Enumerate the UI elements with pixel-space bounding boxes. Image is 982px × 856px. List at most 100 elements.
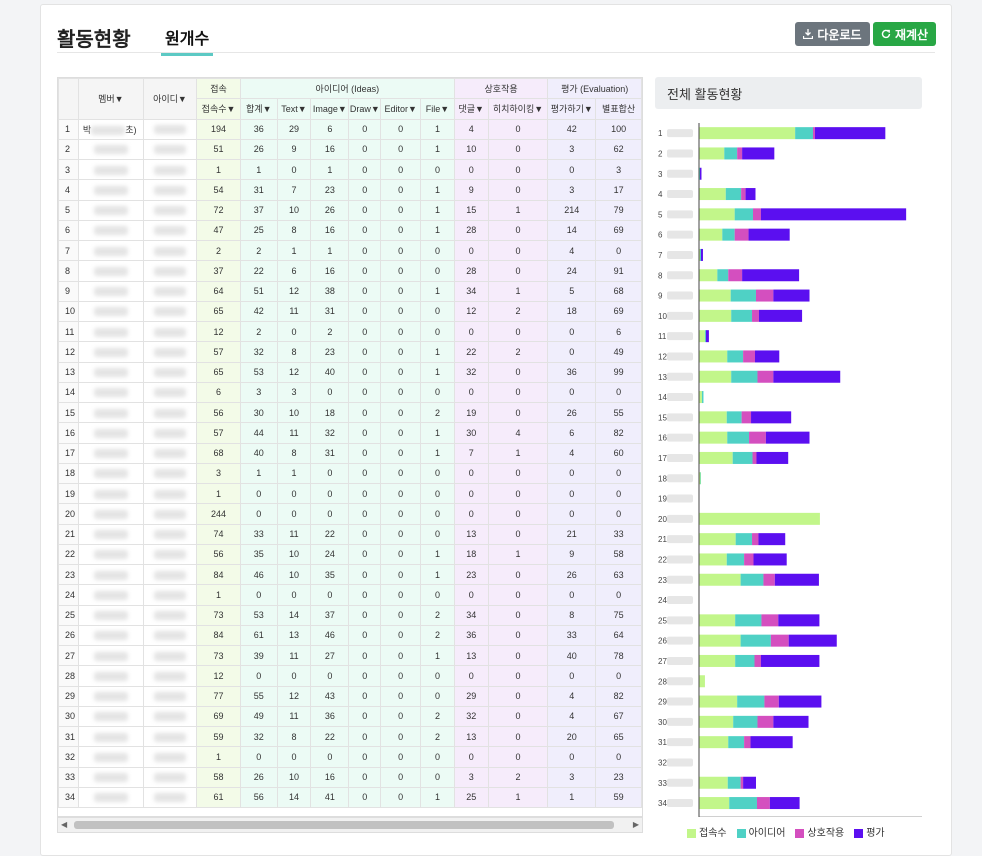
hitchhiking-header[interactable]: 히치하이킹▼ — [488, 99, 548, 119]
bar-segment[interactable] — [742, 269, 799, 281]
table-row[interactable]: 2977551243000290482 — [59, 686, 642, 706]
bar-segment[interactable] — [700, 168, 701, 180]
bar-segment[interactable] — [699, 533, 736, 545]
bar-segment[interactable] — [755, 350, 779, 362]
bar-segment[interactable] — [699, 675, 705, 687]
table-row[interactable]: 1831100000000 — [59, 463, 642, 483]
bar-segment[interactable] — [744, 553, 753, 565]
bar-segment[interactable] — [764, 696, 778, 708]
table-row[interactable]: 3210000000000 — [59, 747, 642, 767]
legend-item[interactable]: 접속수 — [687, 824, 727, 839]
bar-segment[interactable] — [706, 330, 709, 342]
bar-segment[interactable] — [766, 432, 810, 444]
bar-segment[interactable] — [735, 229, 749, 241]
ideas-editor-header[interactable]: Editor▼ — [381, 99, 421, 119]
table-row[interactable]: 11122020000006 — [59, 322, 642, 342]
bar-segment[interactable] — [779, 696, 822, 708]
bar-segment[interactable] — [731, 310, 752, 322]
ideas-file-header[interactable]: File▼ — [421, 99, 455, 119]
bar-segment[interactable] — [729, 797, 757, 809]
table-row[interactable]: 1910000000000 — [59, 484, 642, 504]
eval-star-header[interactable]: 별표합산 — [596, 99, 642, 119]
ideas-draw-header[interactable]: Draw▼ — [349, 99, 381, 119]
tab-raw-count[interactable]: 원개수 — [161, 25, 213, 56]
bar-segment[interactable] — [741, 574, 764, 586]
member-header[interactable]: 멤버▼ — [78, 79, 143, 120]
bar-segment[interactable] — [756, 290, 773, 302]
bar-segment[interactable] — [761, 655, 819, 667]
bar-segment[interactable] — [742, 147, 774, 159]
bar-segment[interactable] — [735, 208, 753, 220]
bar-segment[interactable] — [699, 229, 722, 241]
bar-segment[interactable] — [699, 432, 727, 444]
bar-segment[interactable] — [757, 797, 770, 809]
recalculate-button[interactable]: 재계산 — [873, 22, 936, 46]
bar-segment[interactable] — [737, 147, 742, 159]
bar-segment[interactable] — [773, 716, 808, 728]
bar-segment[interactable] — [699, 127, 795, 139]
bar-segment[interactable] — [699, 452, 733, 464]
access-count-header[interactable]: 접속수▼ — [197, 99, 241, 119]
bar-segment[interactable] — [699, 411, 727, 423]
bar-segment[interactable] — [701, 249, 703, 261]
bar-segment[interactable] — [717, 269, 728, 281]
bar-segment[interactable] — [705, 330, 706, 342]
bar-segment[interactable] — [699, 777, 728, 789]
bar-segment[interactable] — [746, 188, 756, 200]
bar-segment[interactable] — [727, 432, 749, 444]
table-row[interactable]: 26846113460023603364 — [59, 625, 642, 645]
bar-segment[interactable] — [700, 249, 701, 261]
bar-segment[interactable] — [722, 229, 734, 241]
bar-segment[interactable] — [752, 533, 758, 545]
bar-segment[interactable] — [735, 614, 761, 626]
bar-segment[interactable] — [699, 188, 726, 200]
bar-segment[interactable] — [743, 350, 755, 362]
bar-segment[interactable] — [699, 614, 735, 626]
bar-segment[interactable] — [741, 188, 745, 200]
table-row[interactable]: 25126916001100362 — [59, 139, 642, 159]
eval-do-header[interactable]: 평가하기▼ — [548, 99, 596, 119]
bar-segment[interactable] — [741, 777, 743, 789]
bar-segment[interactable] — [727, 411, 742, 423]
bar-segment[interactable] — [778, 614, 819, 626]
bar-segment[interactable] — [737, 696, 764, 708]
bar-segment[interactable] — [699, 655, 735, 667]
table-row[interactable]: 311010000003 — [59, 160, 642, 180]
bar-segment[interactable] — [699, 269, 717, 281]
bar-segment[interactable] — [699, 553, 727, 565]
table-row[interactable]: 2573531437002340875 — [59, 605, 642, 625]
bar-segment[interactable] — [728, 777, 741, 789]
table-row[interactable]: 1657441132001304682 — [59, 423, 642, 443]
bar-segment[interactable] — [699, 371, 731, 383]
bar-segment[interactable] — [755, 655, 761, 667]
bar-segment[interactable] — [789, 635, 837, 647]
comment-header[interactable]: 댓글▼ — [454, 99, 488, 119]
bar-segment[interactable] — [773, 371, 840, 383]
bar-segment[interactable] — [771, 635, 789, 647]
bar-segment[interactable] — [761, 208, 906, 220]
bar-segment[interactable] — [815, 127, 885, 139]
table-row[interactable]: 3159328220021302065 — [59, 727, 642, 747]
activity-table-container[interactable]: 멤버▼ 아이디▼ 접속 아이디어 (Ideas) 상호작용 평가 (Evalua… — [57, 77, 643, 817]
bar-segment[interactable] — [757, 716, 773, 728]
id-header[interactable]: 아이디▼ — [143, 79, 196, 120]
ideas-image-header[interactable]: Image▼ — [311, 99, 349, 119]
bar-segment[interactable] — [753, 452, 757, 464]
bar-segment[interactable] — [759, 310, 802, 322]
legend-item[interactable]: 아이디어 — [737, 824, 786, 839]
scroll-left-icon[interactable]: ◀ — [61, 820, 67, 829]
scroll-right-icon[interactable]: ▶ — [633, 820, 639, 829]
bar-segment[interactable] — [731, 290, 756, 302]
table-row[interactable]: 1박초)194362960014042100 — [59, 119, 642, 139]
legend-item[interactable]: 평가 — [854, 824, 884, 839]
bar-segment[interactable] — [749, 229, 790, 241]
bar-segment[interactable] — [699, 208, 735, 220]
table-row[interactable]: 647258160012801469 — [59, 220, 642, 240]
bar-segment[interactable] — [770, 797, 800, 809]
bar-segment[interactable] — [699, 696, 737, 708]
bar-segment[interactable] — [743, 777, 756, 789]
bar-segment[interactable] — [699, 330, 705, 342]
table-row[interactable]: 10654211310001221869 — [59, 301, 642, 321]
bar-segment[interactable] — [699, 797, 729, 809]
bar-segment[interactable] — [757, 371, 773, 383]
